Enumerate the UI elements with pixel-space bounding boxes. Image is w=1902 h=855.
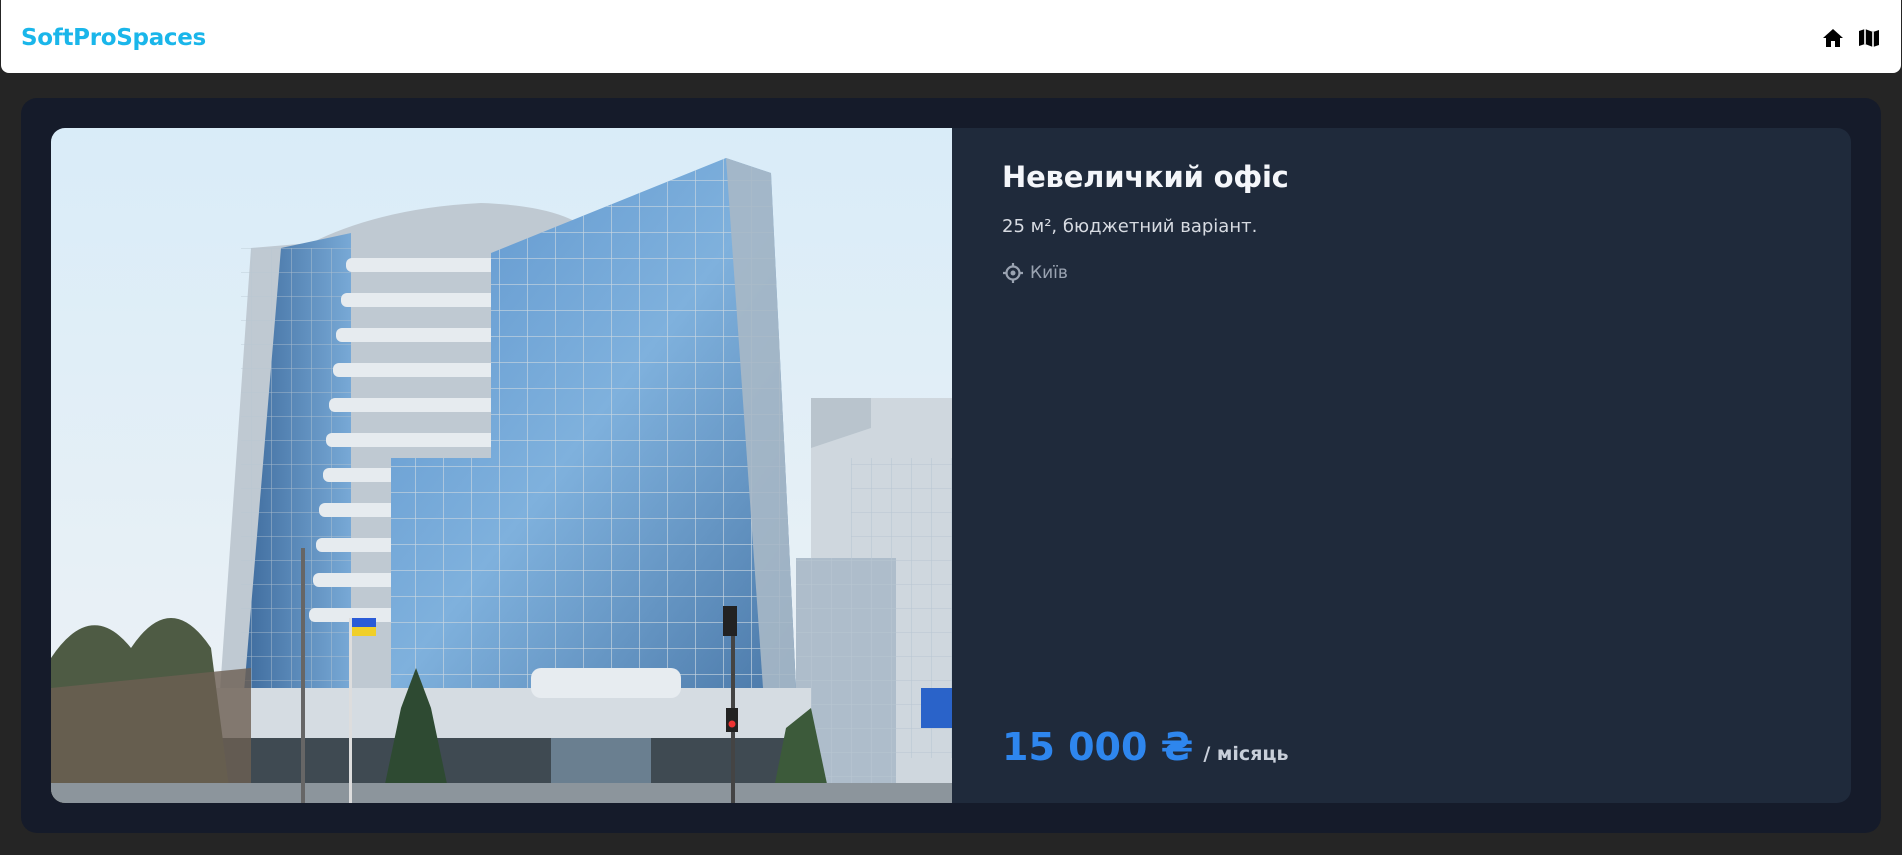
office-building-photo	[51, 128, 952, 803]
listing-card[interactable]: Невеличкий офіс 25 м², бюджетний варіант…	[51, 128, 1851, 803]
location-label: Київ	[1030, 263, 1068, 283]
home-icon[interactable]	[1821, 26, 1845, 50]
map-icon[interactable]	[1857, 26, 1881, 50]
listing-location: Київ	[1002, 262, 1851, 284]
location-target-icon	[1002, 262, 1024, 284]
listing-description: 25 м², бюджетний варіант.	[1002, 216, 1258, 237]
brand-logo[interactable]: SoftProSpaces	[21, 25, 206, 51]
nav-actions	[1821, 26, 1881, 50]
price-period: / місяць	[1203, 743, 1289, 765]
listing-panel: Невеличкий офіс 25 м², бюджетний варіант…	[21, 98, 1881, 833]
listing-info: Невеличкий офіс 25 м², бюджетний варіант…	[952, 128, 1851, 803]
listing-price: 15 000 ₴	[1002, 725, 1194, 769]
top-navbar: SoftProSpaces	[1, 0, 1901, 73]
listing-title[interactable]: Невеличкий офіс	[1002, 160, 1851, 194]
price-row: 15 000 ₴ / місяць	[1002, 725, 1289, 769]
